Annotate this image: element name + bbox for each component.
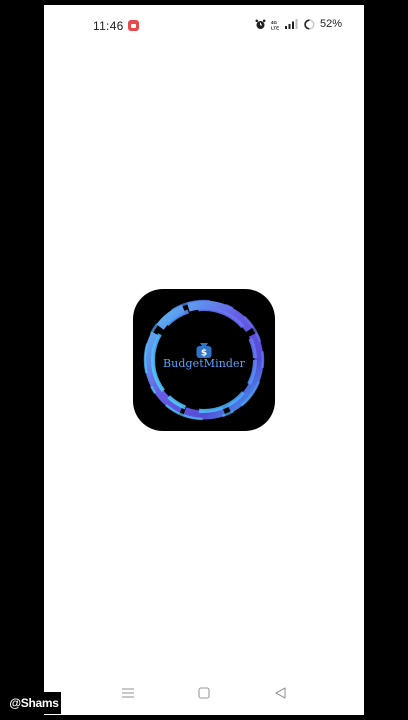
screen-record-icon [128,20,139,31]
back-icon[interactable] [275,687,286,699]
svg-text:4G: 4G [271,20,278,25]
system-nav-bar [44,679,364,715]
app-screen: 11:46 4G LTE 52% $ BudgetMinder [44,5,364,715]
volte-icon: 4G LTE [271,20,279,30]
app-logo: $ BudgetMinder [133,289,275,431]
alarm-icon [255,19,266,29]
status-time: 11:46 [93,19,124,33]
watermark-label: @Shams [7,692,61,714]
status-indicators: 4G LTE 52% [255,18,342,30]
battery-level: 52% [319,18,342,30]
cellular-signal-icon [284,19,298,29]
recent-apps-icon[interactable] [122,688,134,698]
home-icon[interactable] [198,687,210,699]
battery-ring-icon [304,18,315,30]
status-bar: 11:46 4G LTE 52% [44,5,364,47]
svg-text:LTE: LTE [271,25,279,30]
app-name-label: BudgetMinder [162,357,246,370]
